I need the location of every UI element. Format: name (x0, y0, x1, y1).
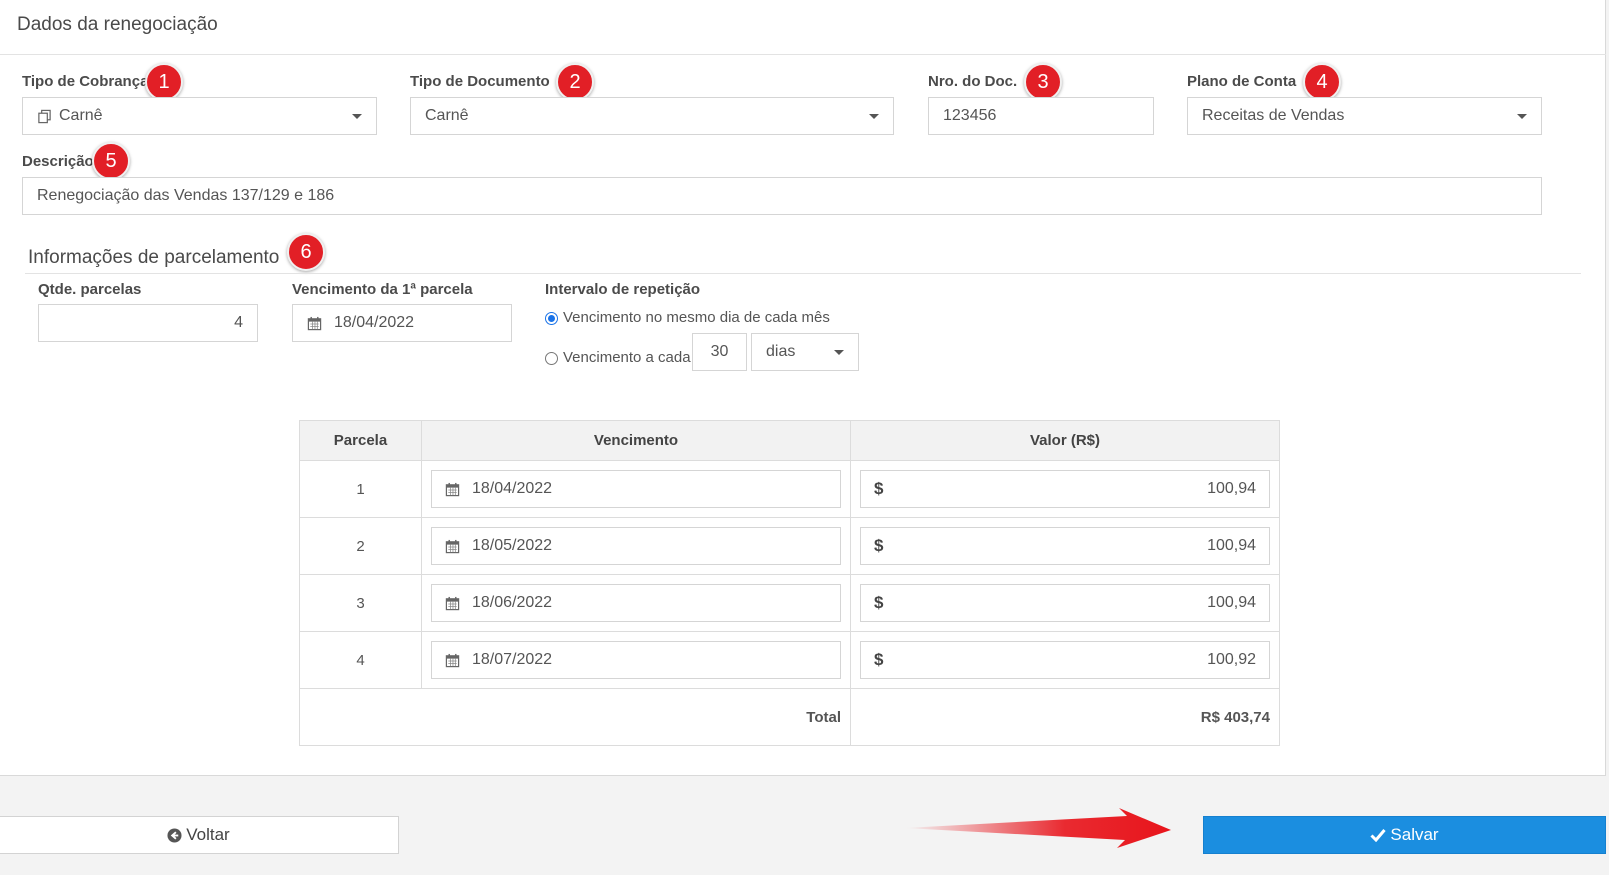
row-valor-input[interactable]: $ 100,94 (860, 470, 1270, 508)
tipo-documento-value: Carnê (425, 107, 469, 124)
check-icon (1370, 829, 1387, 842)
parcelas-table: Parcela Vencimento Valor (R$) 1 18/04/20… (299, 420, 1280, 746)
calendar-icon (445, 596, 460, 610)
step-badge-2: 2 (556, 63, 594, 101)
copy-icon (38, 109, 51, 123)
row-vencimento-value: 18/05/2022 (472, 537, 553, 554)
row-vencimento-input[interactable]: 18/07/2022 (431, 641, 841, 679)
table-row: 2 18/05/2022 $ 100,94 (299, 517, 1280, 575)
row-vencimento-input[interactable]: 18/05/2022 (431, 527, 841, 565)
calendar-icon (445, 539, 460, 553)
qtde-parcelas-value: 4 (234, 314, 243, 331)
save-button-label: Salvar (1390, 825, 1439, 844)
vencimento-primeira-label: Vencimento da 1ª parcela (292, 281, 473, 298)
nro-doc-value: 123456 (943, 107, 997, 124)
chevron-down-icon (1517, 113, 1527, 119)
panel-title: Dados da renegociação (17, 14, 218, 35)
calendar-icon (307, 316, 322, 330)
step-badge-5: 5 (92, 142, 130, 180)
total-row: Total R$ 403,74 (299, 688, 1280, 746)
every-days-value: 30 (710, 343, 729, 360)
header-parcela: Parcela (299, 420, 422, 461)
nro-doc-label: Nro. do Doc. (928, 73, 1018, 90)
row-valor-value: 100,92 (1207, 651, 1256, 668)
intervalo-label: Intervalo de repetição (545, 281, 701, 298)
dollar-icon: $ (874, 479, 884, 498)
chevron-down-icon (869, 113, 879, 119)
radio-same-day[interactable] (545, 311, 558, 325)
tipo-cobranca-select[interactable]: Carnê (22, 97, 377, 135)
arrow-circle-left-icon (167, 827, 182, 843)
row-vencimento-value: 18/06/2022 (472, 594, 553, 611)
descricao-value: Renegociação das Vendas 137/129 e 186 (37, 187, 335, 204)
every-unit-select[interactable]: dias (751, 333, 859, 371)
step-badge-4: 4 (1303, 63, 1341, 101)
save-button[interactable]: Salvar (1203, 816, 1606, 854)
table-row: 4 18/07/2022 $ 100,92 (299, 631, 1280, 689)
dollar-icon: $ (874, 536, 884, 555)
chevron-down-icon (352, 113, 362, 119)
row-valor-value: 100,94 (1207, 480, 1256, 497)
parcela-number: 3 (299, 574, 422, 632)
every-days-input[interactable]: 30 (692, 333, 747, 371)
descricao-label: Descrição (22, 153, 94, 170)
calendar-icon (445, 653, 460, 667)
option-same-day[interactable]: Vencimento no mesmo dia de cada mês (545, 309, 830, 326)
parcela-number: 2 (299, 517, 422, 575)
option-every-label: Vencimento a cada (563, 349, 691, 366)
row-vencimento-value: 18/04/2022 (472, 480, 553, 497)
row-vencimento-input[interactable]: 18/04/2022 (431, 470, 841, 508)
parcelamento-title: Informações de parcelamento (28, 247, 280, 268)
row-valor-input[interactable]: $ 100,94 (860, 527, 1270, 565)
tipo-cobranca-value: Carnê (59, 107, 103, 124)
tipo-documento-select[interactable]: Carnê (410, 97, 894, 135)
tipo-cobranca-label: Tipo de Cobrança (22, 73, 149, 90)
tipo-documento-label: Tipo de Documento (410, 73, 550, 90)
section-divider (25, 273, 1581, 274)
dollar-icon: $ (874, 593, 884, 612)
plano-conta-value: Receitas de Vendas (1202, 107, 1345, 124)
row-valor-value: 100,94 (1207, 537, 1256, 554)
back-button[interactable]: Voltar (0, 816, 399, 854)
table-row: 1 18/04/2022 $ 100,94 (299, 460, 1280, 518)
table-row: 3 18/06/2022 $ 100,94 (299, 574, 1280, 632)
descricao-input[interactable]: Renegociação das Vendas 137/129 e 186 (22, 177, 1542, 215)
row-vencimento-input[interactable]: 18/06/2022 (431, 584, 841, 622)
back-button-label: Voltar (186, 825, 230, 844)
dollar-icon: $ (874, 650, 884, 669)
step-badge-3: 3 (1024, 63, 1062, 101)
step-badge-6: 6 (287, 233, 325, 271)
header-valor: Valor (R$) (850, 420, 1280, 461)
row-valor-value: 100,94 (1207, 594, 1256, 611)
vencimento-primeira-value: 18/04/2022 (334, 314, 415, 331)
row-vencimento-value: 18/07/2022 (472, 651, 553, 668)
total-label: Total (299, 688, 851, 746)
row-valor-input[interactable]: $ 100,94 (860, 584, 1270, 622)
chevron-down-icon (834, 349, 844, 355)
plano-conta-label: Plano de Conta (1187, 73, 1297, 90)
row-valor-input[interactable]: $ 100,92 (860, 641, 1270, 679)
qtde-parcelas-input[interactable]: 4 (38, 304, 258, 342)
vencimento-primeira-input[interactable]: 18/04/2022 (292, 304, 512, 342)
every-unit-value: dias (766, 343, 796, 360)
option-every[interactable]: Vencimento a cada (545, 349, 691, 366)
header-vencimento: Vencimento (421, 420, 851, 461)
calendar-icon (445, 482, 460, 496)
parcela-number: 1 (299, 460, 422, 518)
option-same-day-label: Vencimento no mesmo dia de cada mês (563, 309, 830, 326)
renegotiation-panel: Dados da renegociação Tipo de Cobrança 1… (0, 0, 1606, 776)
pointer-arrow-icon (905, 808, 1171, 848)
parcela-number: 4 (299, 631, 422, 689)
total-value: R$ 403,74 (850, 688, 1280, 746)
qtde-parcelas-label: Qtde. parcelas (38, 281, 142, 298)
radio-every[interactable] (545, 351, 558, 365)
nro-doc-input[interactable]: 123456 (928, 97, 1154, 135)
plano-conta-select[interactable]: Receitas de Vendas (1187, 97, 1542, 135)
panel-divider (0, 54, 1606, 55)
step-badge-1: 1 (145, 63, 183, 101)
